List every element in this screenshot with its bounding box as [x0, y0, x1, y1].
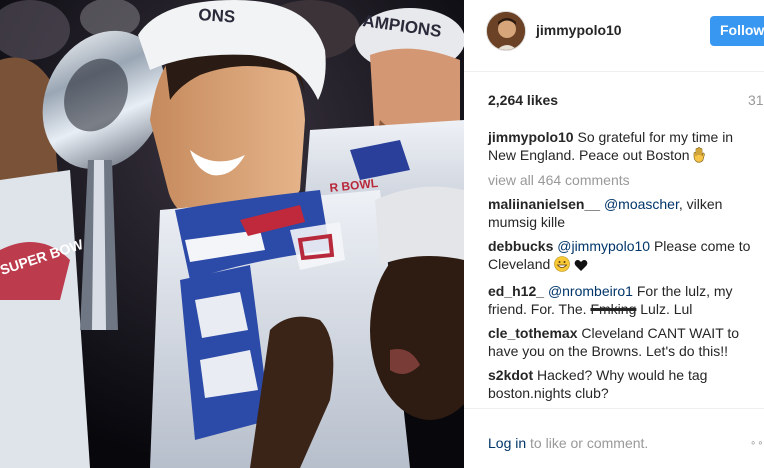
avatar-image	[487, 12, 525, 50]
login-link[interactable]: Log in	[488, 435, 526, 451]
caption: jimmypolo10 So grateful for my time in N…	[488, 128, 764, 167]
post-footer: Log in to like or comment. ∘∘	[464, 408, 764, 468]
censored-word: Fmking	[590, 301, 637, 317]
comment-username[interactable]: ed_h12_	[488, 283, 544, 299]
list-item: ed_h12_ @nrombeiro1 For the lulz, my fri…	[488, 282, 764, 318]
heart-icon	[574, 258, 588, 276]
comment-username[interactable]: cle_tothemax	[488, 325, 577, 341]
comment-mention[interactable]: @nrombeiro1	[548, 283, 633, 299]
post-date[interactable]: 31	[748, 92, 764, 108]
comment-username[interactable]: maliinanielsen__	[488, 196, 600, 212]
follow-button[interactable]: Follow	[710, 16, 764, 46]
caption-username[interactable]: jimmypolo10	[488, 129, 574, 145]
comment-text-end: Lulz. Lul	[636, 301, 693, 317]
view-all-comments-link[interactable]: view all 464 comments	[488, 171, 764, 189]
comments-list: jimmypolo10 So grateful for my time in N…	[488, 128, 764, 408]
post-photo[interactable]: SUPER BOW AMPIONS R BOWL ONS	[0, 0, 464, 468]
cap-text-left: ONS	[198, 5, 236, 27]
photo-illustration: SUPER BOW AMPIONS R BOWL ONS	[0, 0, 464, 468]
comment-username[interactable]: s2kdot	[488, 367, 533, 383]
likes-count[interactable]: 2,264 likes	[488, 92, 558, 108]
comment-mention[interactable]: @jimmypolo10	[557, 238, 650, 254]
grin-emoji-icon	[554, 256, 570, 276]
login-prompt: Log in to like or comment.	[488, 435, 648, 451]
list-item: debbucks @jimmypolo10 Please come to Cle…	[488, 237, 764, 276]
post-header: jimmypolo10 Follow	[464, 0, 764, 72]
post-side-panel: jimmypolo10 Follow 2,264 likes 31 jimmyp…	[464, 0, 764, 468]
list-item: maliinanielsen__ @moascher, vilken mumsi…	[488, 195, 764, 231]
list-item: s2kdot Hacked? Why would he tag boston.n…	[488, 366, 764, 402]
comment-username[interactable]: debbucks	[488, 238, 553, 254]
more-options-icon[interactable]: ∘∘	[750, 438, 764, 449]
hand-icon	[693, 147, 707, 167]
post-author-username[interactable]: jimmypolo10	[536, 22, 622, 38]
list-item: cle_tothemax Cleveland CANT WAIT to have…	[488, 324, 764, 360]
comment-mention[interactable]: @moascher	[604, 196, 679, 212]
login-prompt-text: to like or comment.	[526, 435, 649, 451]
avatar[interactable]	[486, 11, 526, 51]
